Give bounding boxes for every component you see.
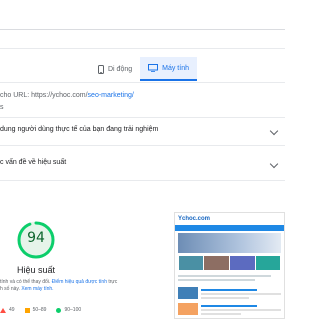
red-triangle-icon [0,307,6,313]
divider [0,117,285,118]
tab-mobile-label: Di động [108,65,133,73]
page-screenshot-thumbnail: Ychoc.com [174,212,285,319]
legend-range-fail: 49 [9,307,15,313]
thumbnail-post-image [178,287,198,299]
divider [0,82,285,83]
thumbnail-card [204,256,229,270]
field-data-title[interactable]: dung người dùng thực tế của bạn đang trả… [0,126,158,133]
chevron-down-icon[interactable] [269,126,279,136]
thumbnail-text-lines [175,271,284,285]
thumbnail-post-row [175,303,284,317]
tab-desktop[interactable]: Máy tính [140,57,197,81]
green-circle-icon [56,307,62,313]
thumbnail-card [255,256,281,270]
chevron-down-icon[interactable] [269,159,279,169]
report-url-link[interactable]: seo-marketing/ [88,92,134,99]
note-text: tính và có thể thay đổi. [0,279,51,285]
thumbnail-card-grid [175,255,284,271]
legend-item-pass: 90–100 [56,307,81,313]
url-input-field[interactable] [0,0,285,30]
mobile-phone-icon [98,64,104,74]
performance-note: tính và có thể thay đổi. Điểm hiệu quả đ… [0,279,140,293]
device-tabs: Di động Máy tính [90,57,197,81]
diagnose-title[interactable]: c vấn đề về hiệu suất [0,159,66,166]
thumbnail-post-image [178,303,198,315]
note-text-line2: h số này. [0,286,20,292]
report-url-prefix: cho URL: https://ychoc.com/ [0,92,88,99]
thumbnail-header: Ychoc.com [175,213,284,225]
legend-item-average: 50–89 [24,307,47,313]
desktop-monitor-icon [148,64,159,72]
report-subtext: s [0,104,4,111]
tab-mobile[interactable]: Di động [90,57,140,81]
legend-range-pass: 90–100 [64,307,82,313]
score-legend: 49 50–89 90–100 [0,306,91,314]
tab-desktop-label: Máy tính [162,64,189,72]
thumbnail-post-row [175,287,284,301]
report-url-line: cho URL: https://ychoc.com/seo-marketing… [0,92,134,99]
divider [0,48,285,49]
site-logo: Ychoc.com [178,216,211,222]
legend-item-fail: 49 [0,307,15,313]
legend-range-average: 50–89 [32,307,47,313]
view-calculator-link[interactable]: Xem máy tính. [21,286,53,292]
score-calc-link[interactable]: Điểm hiệu quả được tính [52,279,107,285]
note-text-suffix: trực [108,279,118,285]
thumbnail-card [229,256,255,270]
performance-label: Hiệu suất [16,265,56,275]
divider [0,145,285,146]
divider [0,180,285,181]
thumbnail-nav-bar [175,225,284,231]
performance-score: 94 [27,230,45,246]
thumbnail-card [178,256,204,270]
thumbnail-banner-image [178,233,281,253]
orange-square-icon [24,307,30,313]
